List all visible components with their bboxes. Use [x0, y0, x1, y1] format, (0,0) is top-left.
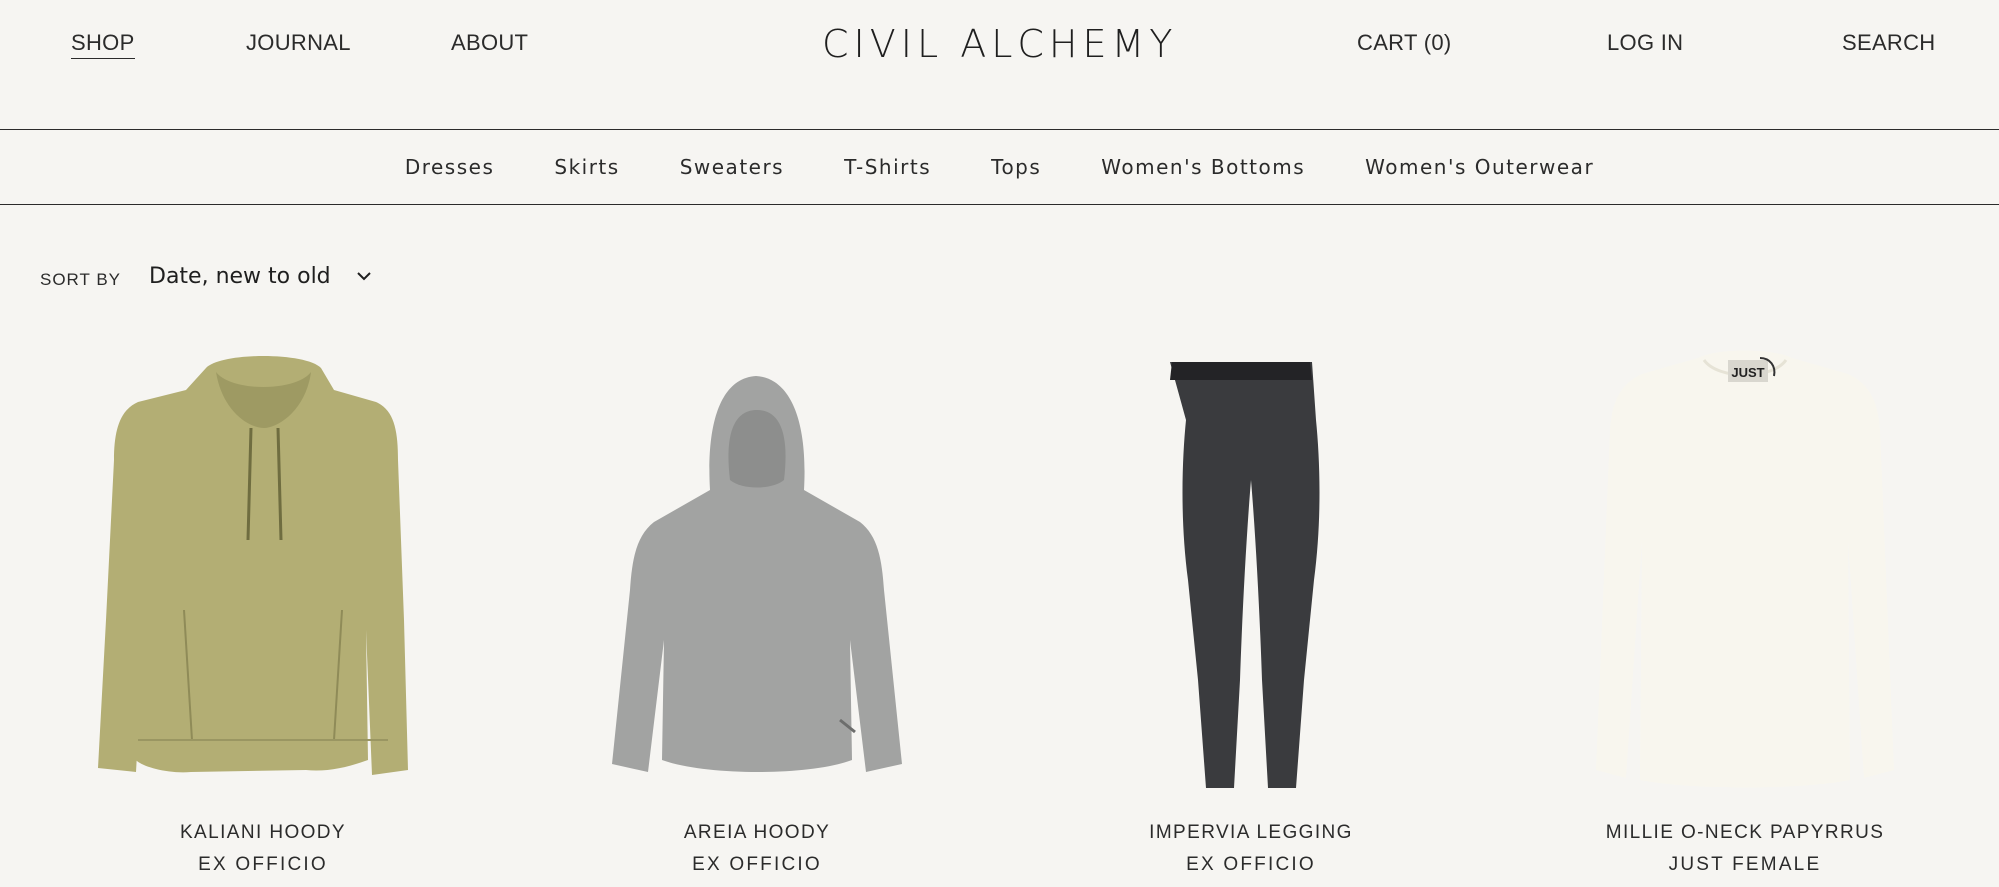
- product-image[interactable]: [16, 340, 510, 800]
- category-womens-outerwear[interactable]: Women's Outerwear: [1365, 155, 1594, 179]
- product-grid: KALIANI HOODY EX OFFICIO AREIA HOODY EX …: [0, 340, 1999, 887]
- category-sweaters[interactable]: Sweaters: [680, 155, 784, 179]
- nav-shop[interactable]: SHOP: [71, 30, 135, 59]
- category-nav: Dresses Skirts Sweaters T-Shirts Tops Wo…: [0, 129, 1999, 205]
- sort-dropdown[interactable]: Date, new to old: [149, 264, 371, 289]
- product-card[interactable]: JUST MILLIE O-NECK PAPYRRUS JUST FEMALE: [1498, 340, 1992, 887]
- site-logo[interactable]: CIVIL ALCHEMY: [822, 22, 1177, 66]
- product-image[interactable]: JUST: [1498, 340, 1992, 800]
- category-dresses[interactable]: Dresses: [405, 155, 495, 179]
- product-brand: EX OFFICIO: [1186, 854, 1316, 875]
- product-card[interactable]: IMPERVIA LEGGING EX OFFICIO: [1004, 340, 1498, 887]
- category-skirts[interactable]: Skirts: [554, 155, 619, 179]
- product-brand: EX OFFICIO: [692, 854, 822, 875]
- hoodie-image: [98, 356, 408, 775]
- nav-cart[interactable]: CART (0): [1357, 30, 1452, 56]
- sort-value: Date, new to old: [149, 264, 331, 289]
- product-name[interactable]: KALIANI HOODY: [16, 822, 510, 844]
- category-t-shirts[interactable]: T-Shirts: [844, 155, 931, 179]
- product-name[interactable]: MILLIE O-NECK PAPYRRUS: [1498, 822, 1992, 844]
- product-brand: JUST FEMALE: [1668, 854, 1822, 875]
- brand-tag-text: JUST: [1731, 365, 1764, 380]
- chevron-down-icon: [356, 272, 371, 281]
- product-name[interactable]: AREIA HOODY: [510, 822, 1004, 844]
- long-sleeve-top-image: JUST: [1596, 350, 1894, 788]
- nav-search[interactable]: SEARCH: [1842, 30, 1936, 56]
- product-image[interactable]: [510, 340, 1004, 800]
- product-card[interactable]: KALIANI HOODY EX OFFICIO: [16, 340, 510, 887]
- product-name[interactable]: IMPERVIA LEGGING: [1004, 822, 1498, 844]
- category-womens-bottoms[interactable]: Women's Bottoms: [1101, 155, 1305, 179]
- nav-journal[interactable]: JOURNAL: [246, 30, 351, 56]
- product-brand: EX OFFICIO: [198, 854, 328, 875]
- legging-image: [1170, 362, 1320, 788]
- sort-label: SORT BY: [40, 270, 122, 289]
- site-header: SHOP JOURNAL ABOUT CIVIL ALCHEMY CART (0…: [0, 0, 1999, 130]
- nav-about[interactable]: ABOUT: [451, 30, 528, 56]
- product-image[interactable]: [1004, 340, 1498, 800]
- hoodie-image: [612, 376, 902, 772]
- nav-login[interactable]: LOG IN: [1607, 30, 1683, 56]
- category-tops[interactable]: Tops: [991, 155, 1041, 179]
- product-card[interactable]: AREIA HOODY EX OFFICIO: [510, 340, 1004, 887]
